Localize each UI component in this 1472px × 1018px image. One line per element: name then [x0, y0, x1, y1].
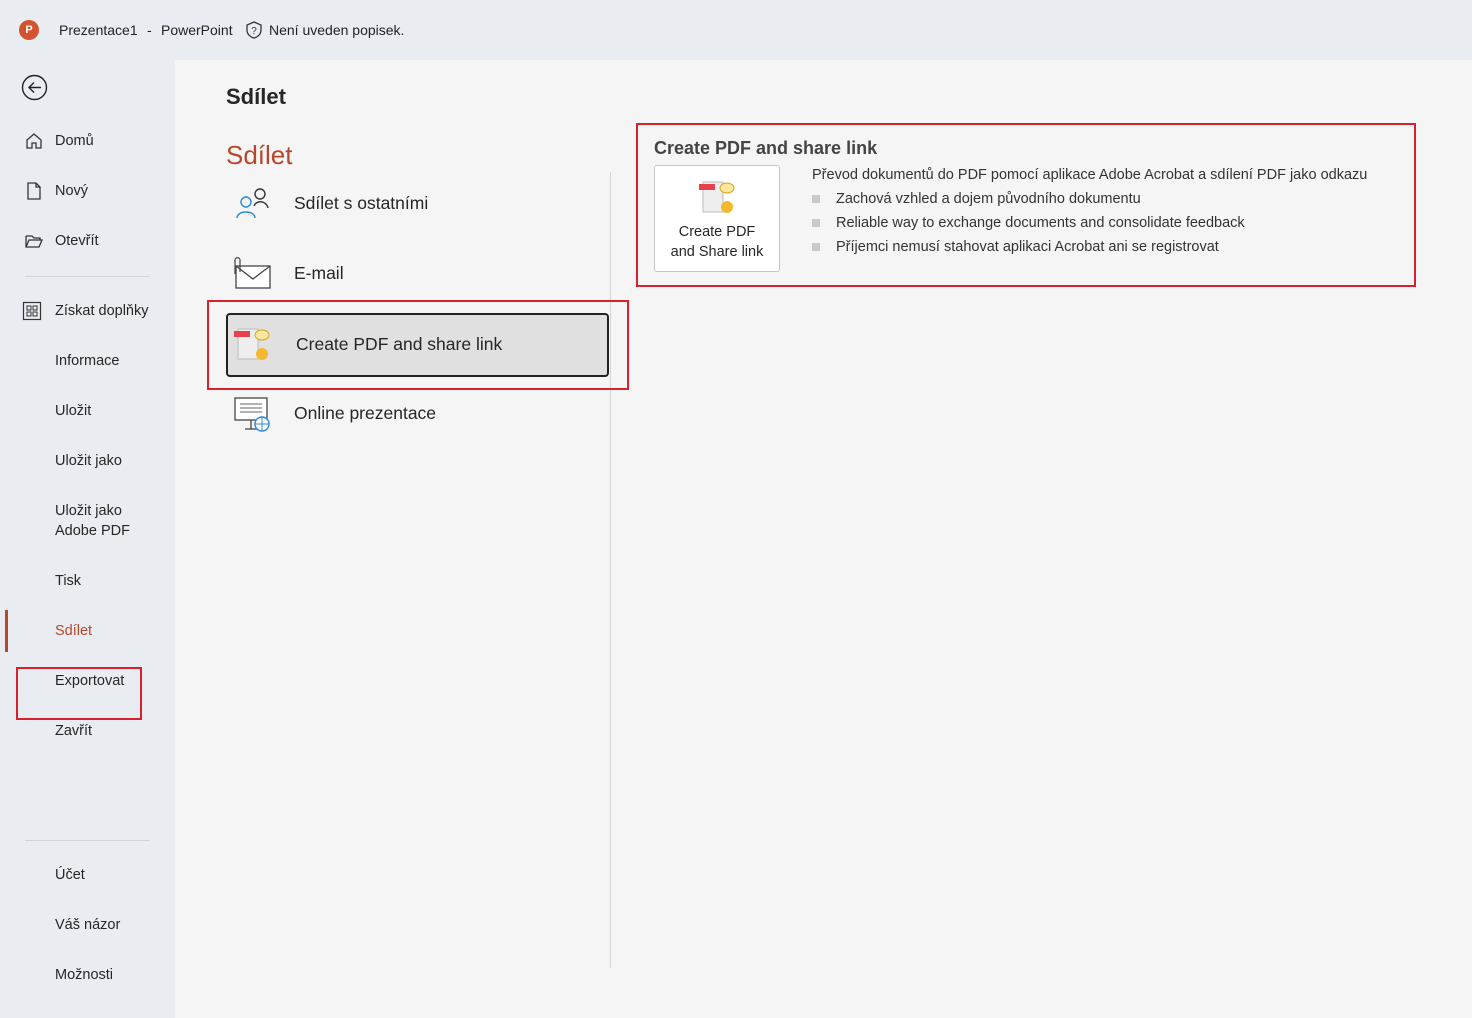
- share-people-icon: [232, 186, 272, 222]
- pdf-share-link-icon: [697, 180, 737, 216]
- home-icon: [24, 131, 44, 151]
- create-pdf-share-link-button[interactable]: Create PDF and Share link: [654, 165, 780, 272]
- option-email[interactable]: E-mail: [226, 242, 609, 306]
- email-attachment-icon: [232, 256, 272, 292]
- title-separator: -: [147, 22, 152, 38]
- active-indicator: [5, 610, 8, 652]
- option-online-presentation[interactable]: Online prezentace: [226, 382, 609, 446]
- folder-open-icon: [24, 231, 44, 251]
- detail-description: Převod dokumentů do PDF pomocí aplikace …: [812, 167, 1367, 183]
- highlight-box: [207, 300, 629, 390]
- sensitivity-label[interactable]: Není uveden popisek.: [269, 22, 404, 38]
- svg-text:?: ?: [251, 26, 257, 37]
- addins-grid-icon: [22, 301, 42, 321]
- bullet-square-icon: [812, 219, 820, 227]
- bullet-square-icon: [812, 243, 820, 251]
- sensitivity-shield-icon[interactable]: ?: [244, 20, 264, 40]
- title-bar: P Prezentace1 - PowerPoint ? Není uveden…: [0, 0, 1472, 60]
- app-name: PowerPoint: [161, 22, 233, 38]
- back-arrow-icon[interactable]: [21, 74, 48, 101]
- document-name: Prezentace1: [59, 22, 138, 38]
- sidebar-divider: [25, 276, 150, 277]
- column-divider: [610, 172, 611, 968]
- detail-title: Create PDF and share link: [654, 138, 877, 159]
- button-label-line2: and Share link: [655, 242, 779, 262]
- bullet-square-icon: [812, 195, 820, 203]
- section-title: Sdílet: [226, 140, 293, 171]
- sidebar-divider: [25, 840, 150, 841]
- new-document-icon: [24, 181, 44, 201]
- backstage-sidebar: Domů Nový Otevřít Získat doplňky Informa…: [0, 60, 175, 1018]
- button-label-line1: Create PDF: [655, 222, 779, 242]
- powerpoint-logo-icon: P: [19, 20, 39, 40]
- page-title: Sdílet: [226, 84, 286, 110]
- option-share-with-people[interactable]: Sdílet s ostatními: [226, 172, 609, 236]
- online-presentation-icon: [232, 396, 272, 432]
